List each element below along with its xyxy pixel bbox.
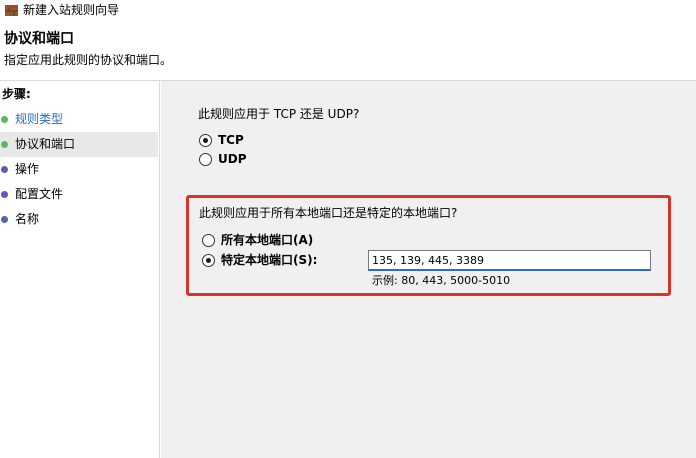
step-label: 操作 — [15, 162, 40, 176]
local-ports-group: 此规则应用于所有本地端口还是特定的本地端口? 所有本地端口(A) 特定本地端口(… — [186, 195, 671, 296]
step-action[interactable]: 操作 — [0, 157, 158, 182]
step-pending-bullet-icon — [1, 166, 8, 173]
step-label: 协议和端口 — [15, 137, 76, 151]
radio-tcp-label[interactable]: TCP — [218, 132, 244, 148]
step-pending-bullet-icon — [1, 216, 8, 223]
radio-selected-icon[interactable] — [199, 134, 212, 147]
step-done-bullet-icon — [1, 116, 8, 123]
protocol-question: 此规则应用于 TCP 还是 UDP? — [198, 107, 360, 121]
page-subtitle: 指定应用此规则的协议和端口。 — [4, 53, 173, 67]
step-rule-type[interactable]: 规则类型 — [0, 107, 158, 132]
specific-ports-input[interactable]: 135, 139, 445, 3389 — [368, 250, 651, 271]
page-title: 协议和端口 — [4, 31, 74, 47]
steps-heading: 步骤: — [2, 87, 31, 101]
radio-unselected-icon[interactable] — [202, 234, 215, 247]
step-name[interactable]: 名称 — [0, 207, 158, 232]
main-panel: 此规则应用于 TCP 还是 UDP? TCP UDP 此规则应用于所有本地端口还… — [161, 81, 696, 458]
step-label: 规则类型 — [15, 112, 64, 126]
steps-sidebar: 步骤: 规则类型 协议和端口 操作 配置文件 名称 — [0, 81, 160, 458]
step-protocol-and-ports[interactable]: 协议和端口 — [0, 132, 158, 157]
title-bar: 新建入站规则向导 — [0, 0, 696, 22]
radio-unselected-icon[interactable] — [199, 153, 212, 166]
ports-example-hint: 示例: 80, 443, 5000-5010 — [372, 274, 511, 287]
wizard-header: 协议和端口 指定应用此规则的协议和端口。 — [0, 22, 696, 80]
window-title: 新建入站规则向导 — [23, 3, 120, 17]
radio-udp-label[interactable]: UDP — [218, 151, 247, 167]
step-current-bullet-icon — [1, 141, 8, 148]
step-label: 配置文件 — [15, 187, 64, 201]
radio-selected-icon[interactable] — [202, 254, 215, 267]
ports-question: 此规则应用于所有本地端口还是特定的本地端口? — [199, 206, 458, 220]
firewall-app-icon — [5, 5, 18, 16]
step-pending-bullet-icon — [1, 191, 8, 198]
radio-all-ports-label[interactable]: 所有本地端口(A) — [221, 232, 313, 248]
step-label: 名称 — [15, 212, 40, 226]
step-profile[interactable]: 配置文件 — [0, 182, 158, 207]
radio-specific-ports-label[interactable]: 特定本地端口(S): — [221, 252, 317, 268]
